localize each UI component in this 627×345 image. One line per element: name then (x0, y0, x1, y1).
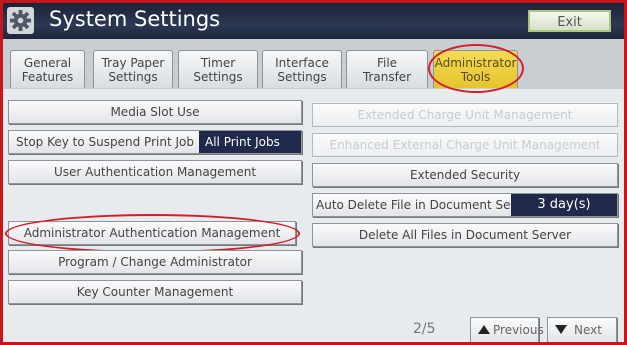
enhanced-external-charge-unit-management-button: Enhanced External Charge Unit Management (312, 133, 618, 157)
media-slot-use-button[interactable]: Media Slot Use (8, 100, 302, 124)
page-title: System Settings (49, 7, 221, 31)
extended-security-button[interactable]: Extended Security (312, 163, 618, 187)
program-change-administrator-button[interactable]: Program / Change Administrator (8, 250, 302, 274)
user-authentication-management-button[interactable]: User Authentication Management (8, 160, 302, 184)
stop-key-value: All Print Jobs (199, 131, 301, 153)
next-label: Next (574, 323, 602, 337)
exit-button[interactable]: Exit (528, 10, 611, 32)
extended-charge-unit-management-button: Extended Charge Unit Management (312, 103, 618, 127)
tab-general-features[interactable]: General Features (10, 50, 85, 88)
previous-button[interactable]: Previous (470, 317, 544, 342)
tab-tray-paper-settings[interactable]: Tray Paper Settings (93, 50, 173, 88)
auto-delete-label: Auto Delete File in Document Server (316, 198, 535, 212)
screen: System Settings Exit General Features Tra… (3, 3, 624, 342)
auto-delete-file-button[interactable]: Auto Delete File in Document Server 3 da… (312, 193, 618, 217)
key-counter-management-button[interactable]: Key Counter Management (8, 280, 302, 304)
stop-key-suspend-button[interactable]: Stop Key to Suspend Print Job All Print … (8, 130, 302, 154)
annotation-circle-tab (428, 44, 524, 93)
arrow-down-icon (555, 325, 567, 334)
page-indicator: 2/5 (413, 321, 436, 337)
title-bar: System Settings Exit (3, 3, 624, 39)
annotation-circle-admin-auth (5, 214, 300, 253)
previous-label: Previous (493, 323, 544, 337)
tab-file-transfer[interactable]: File Transfer (346, 50, 428, 88)
auto-delete-value: 3 day(s) (511, 194, 617, 216)
tab-strip: General Features Tray Paper Settings Timer… (3, 39, 624, 93)
gear-icon (7, 7, 34, 34)
tab-interface-settings[interactable]: Interface Settings (262, 50, 342, 88)
tab-timer-settings[interactable]: Timer Settings (178, 50, 258, 88)
delete-all-files-button[interactable]: Delete All Files in Document Server (312, 223, 618, 247)
next-button[interactable]: Next (547, 317, 617, 342)
stop-key-label: Stop Key to Suspend Print Job (16, 135, 194, 149)
arrow-up-icon (478, 325, 490, 334)
